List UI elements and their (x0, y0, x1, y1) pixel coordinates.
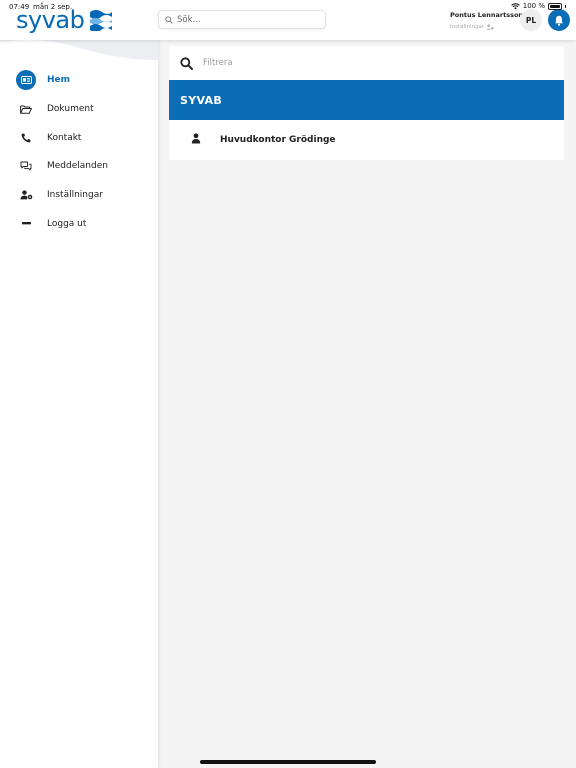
battery-cap (565, 4, 566, 8)
sidebar: Hem Dokument Kontakt Meddelanden Inställ… (0, 40, 158, 768)
status-date: mån 2 sep. (33, 3, 73, 11)
wifi-icon (511, 2, 520, 9)
user-cog-icon (486, 24, 494, 30)
search-icon (165, 15, 173, 24)
sidebar-item-kontakt[interactable]: Kontakt (0, 123, 158, 152)
user-cog-icon (16, 185, 36, 205)
sidebar-item-dokument[interactable]: Dokument (0, 95, 158, 124)
home-card-icon (16, 70, 36, 91)
minus-icon (16, 214, 36, 234)
search-icon (180, 56, 193, 70)
filter-input[interactable] (203, 58, 543, 68)
filter-bar[interactable] (169, 46, 564, 80)
status-indicators: 100 % (511, 2, 566, 10)
person-icon (191, 133, 201, 144)
user-settings-label: Inställningar (450, 24, 485, 30)
main-content: SYVAB Huvudkontor Grödinge (158, 40, 576, 768)
sidebar-item-logga-ut[interactable]: Logga ut (0, 209, 158, 238)
home-indicator[interactable] (200, 760, 376, 764)
status-time: 07:49 (9, 3, 30, 11)
status-bar: 07:49 mån 2 sep. 100 % (0, 0, 576, 13)
phone-icon (16, 128, 36, 148)
group-title: SYVAB (180, 93, 223, 107)
chat-bubbles-icon (16, 156, 36, 176)
battery-icon (548, 2, 562, 10)
user-settings-link[interactable]: Inställningar (450, 24, 523, 30)
sidebar-item-label: Inställningar (47, 190, 103, 201)
sidebar-item-installningar[interactable]: Inställningar (0, 181, 158, 210)
sidebar-item-label: Dokument (47, 104, 94, 115)
search-input[interactable] (177, 14, 317, 25)
group-header: SYVAB (169, 80, 564, 120)
list-item[interactable]: Huvudkontor Grödinge (169, 120, 564, 160)
sidebar-wave-decoration (0, 40, 158, 60)
sidebar-item-label: Kontakt (47, 132, 82, 143)
sidebar-item-meddelanden[interactable]: Meddelanden (0, 152, 158, 181)
sidebar-item-hem[interactable]: Hem (0, 66, 158, 95)
battery-percent: 100 % (522, 2, 545, 10)
folder-open-icon (16, 99, 36, 119)
list-item-label: Huvudkontor Grödinge (220, 135, 336, 145)
user-block[interactable]: Pontus Lennartsson Inställningar (450, 11, 523, 30)
sidebar-item-label: Hem (47, 75, 71, 86)
bell-icon (555, 15, 563, 26)
sidebar-nav: Hem Dokument Kontakt Meddelanden Inställ… (0, 66, 158, 238)
sidebar-item-label: Logga ut (47, 218, 87, 229)
sidebar-item-label: Meddelanden (47, 161, 108, 172)
